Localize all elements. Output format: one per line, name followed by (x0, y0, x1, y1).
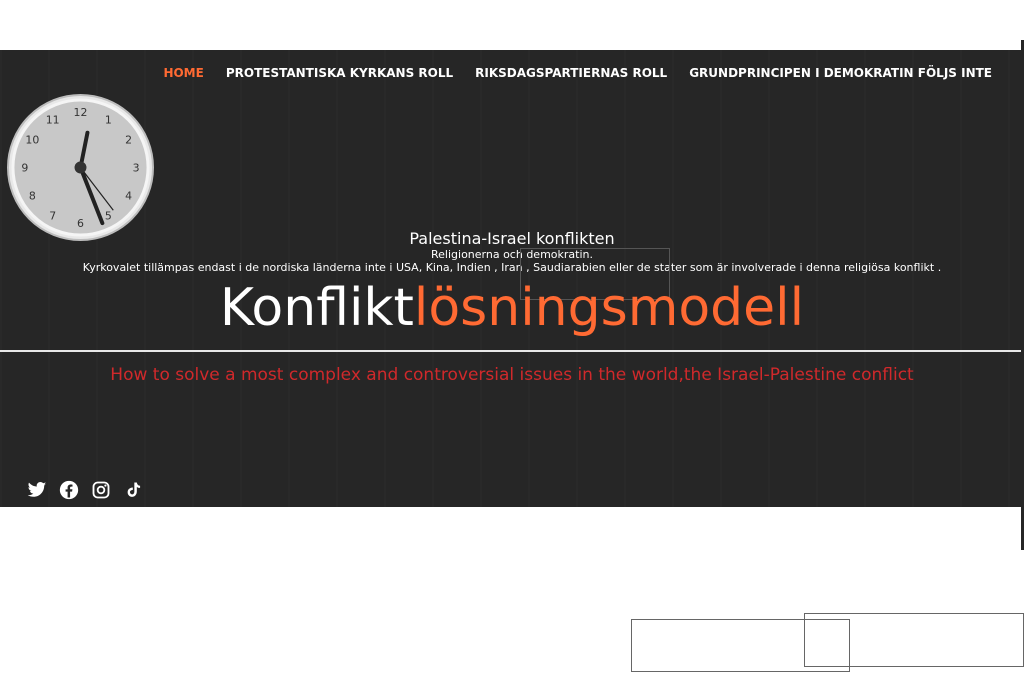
empty-frame-2 (804, 613, 1024, 667)
hero-title-white: Konflikt (219, 278, 414, 338)
clock-number: 1 (105, 113, 112, 126)
tiktok-icon[interactable] (123, 480, 143, 500)
nav-home[interactable]: HOME (163, 66, 203, 80)
page-title: Palestina-Israel konflikten (409, 229, 615, 248)
clock-number: 10 (25, 134, 39, 147)
clock-number: 2 (125, 134, 132, 147)
hero-tagline: How to solve a most complex and controve… (110, 365, 914, 385)
clock-number: 7 (49, 210, 56, 223)
clock-number: 4 (125, 189, 132, 202)
hero-title-orange: lösningsmodell (413, 278, 805, 338)
instagram-icon[interactable] (91, 480, 111, 500)
analog-clock: 121234567891011 (6, 93, 155, 242)
clock-number: 11 (46, 113, 60, 126)
clock-number: 9 (21, 161, 28, 174)
facebook-icon[interactable] (59, 480, 79, 500)
clock-number: 5 (105, 210, 112, 223)
clock-number: 3 (133, 161, 140, 174)
clock-number: 12 (74, 106, 88, 119)
hero-section: HOME PROTESTANTISKA KYRKANS ROLL RIKSDAG… (0, 50, 1024, 507)
page-subtitle: Religionerna och demokratin. (431, 248, 593, 261)
hero-title: Konfliktlösningsmodell (0, 272, 1024, 344)
main-nav: HOME PROTESTANTISKA KYRKANS ROLL RIKSDAG… (163, 66, 992, 80)
social-links (27, 480, 143, 500)
nav-riksdagspartiernas-roll[interactable]: RIKSDAGSPARTIERNAS ROLL (475, 66, 667, 80)
twitter-icon[interactable] (27, 480, 47, 500)
clock-number: 8 (29, 189, 36, 202)
nav-protestantiska-kyrkans-roll[interactable]: PROTESTANTISKA KYRKANS ROLL (226, 66, 453, 80)
nav-grundprincipen[interactable]: GRUNDPRINCIPEN I DEMOKRATIN FÖLJS INTE (689, 66, 992, 80)
hero-divider (0, 350, 1024, 352)
